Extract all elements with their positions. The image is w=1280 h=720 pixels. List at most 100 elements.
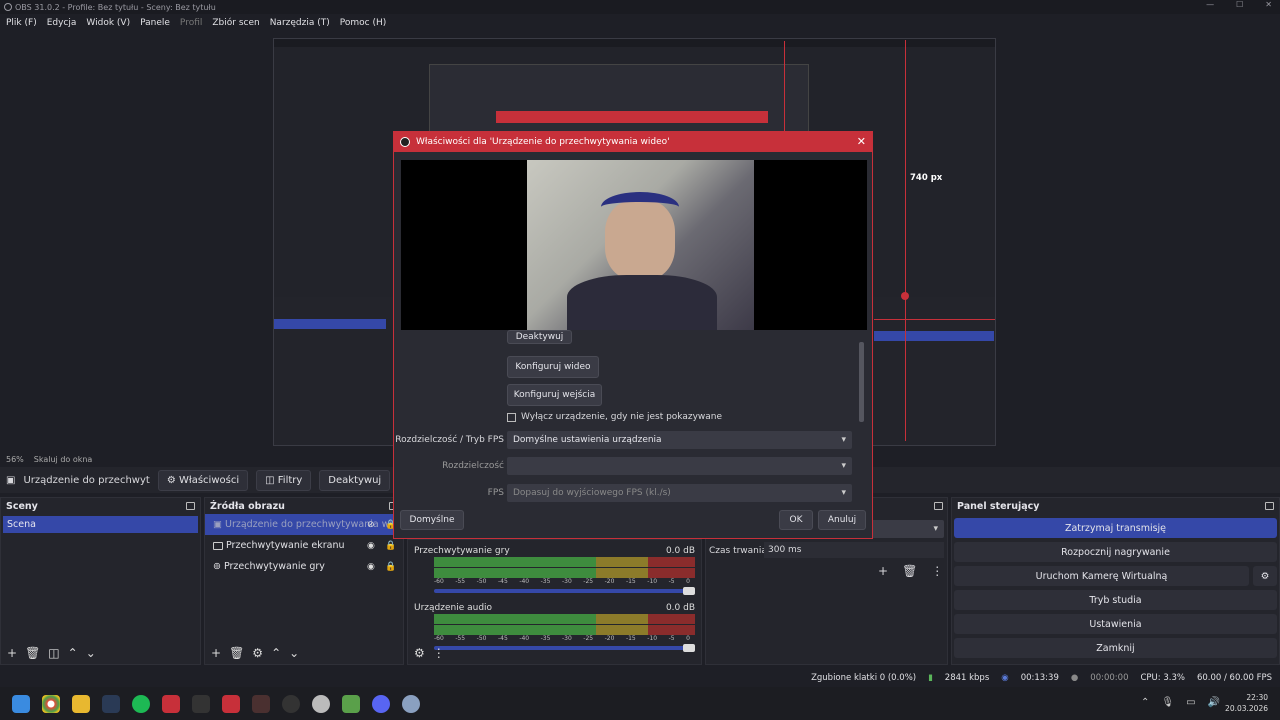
source-item[interactable]: ⊚ Przechwytywanie gry ◉ 🔒 — [205, 556, 403, 577]
dialog-deactivate-button[interactable]: Deaktywuj — [507, 330, 572, 344]
settings-button[interactable]: Ustawienia — [954, 614, 1277, 634]
undock-icon[interactable] — [186, 502, 195, 510]
studio-mode-button[interactable]: Tryb studia — [954, 590, 1277, 610]
trash-icon[interactable]: 🗑 — [229, 646, 244, 660]
more-icon[interactable]: ⋮ — [931, 564, 943, 578]
menu-docks[interactable]: Panele — [140, 18, 170, 28]
exit-button[interactable]: Zamknij — [954, 638, 1277, 658]
sources-title: Źródła obrazu — [210, 500, 285, 512]
scenes-title: Sceny — [6, 500, 38, 512]
stop-stream-button[interactable]: Zatrzymaj transmisję — [954, 518, 1277, 538]
camera-icon: ▣ — [6, 474, 16, 486]
discord-icon[interactable] — [372, 694, 390, 713]
more-icon[interactable]: ⋮ — [433, 646, 445, 660]
windows-start-icon[interactable] — [12, 694, 30, 713]
gear-icon[interactable]: ⚙ — [414, 646, 425, 660]
gear-icon[interactable]: ⚙ — [1253, 566, 1277, 586]
res-fps-select[interactable]: Domyślne ustawienia urządzenia — [507, 431, 852, 449]
spotify-icon[interactable] — [132, 694, 150, 713]
menu-help[interactable]: Pomoc (H) — [340, 18, 387, 28]
up-icon[interactable]: ⌃ — [68, 646, 78, 660]
scale-tick: -20 — [604, 578, 615, 585]
undock-icon[interactable] — [934, 502, 943, 510]
close-icon[interactable]: ✕ — [857, 135, 866, 148]
duration-input[interactable]: 300 ms — [764, 542, 944, 558]
cpu-usage: CPU: 3.3% — [1140, 673, 1185, 683]
undock-icon[interactable] — [1265, 502, 1274, 510]
cancel-button[interactable]: Anuluj — [818, 510, 866, 530]
fps-select[interactable]: Dopasuj do wyjściowego FPS (kl./s) — [507, 484, 852, 502]
zoom-percent[interactable]: 56% — [6, 455, 24, 464]
scale-tick: -40 — [519, 578, 530, 585]
filters-button[interactable]: ◫ Filtry — [256, 469, 312, 491]
eye-icon[interactable]: ◉ — [367, 541, 375, 551]
obs-icon[interactable] — [282, 694, 300, 713]
down-icon[interactable]: ⌄ — [86, 646, 96, 660]
measure-line — [905, 40, 906, 296]
config-video-button[interactable]: Konfiguruj wideo — [507, 356, 599, 378]
virtual-cam-button[interactable]: Uruchom Kamerę Wirtualną — [954, 566, 1249, 586]
menu-tools[interactable]: Narzędzia (T) — [270, 18, 330, 28]
filters-label: Filtry — [277, 474, 303, 486]
menu-edit[interactable]: Edycja — [47, 18, 77, 28]
scene-item[interactable]: Scena — [3, 516, 198, 533]
menu-view[interactable]: Widok (V) — [86, 18, 130, 28]
steam-icon[interactable] — [102, 694, 120, 713]
disable-hidden-checkbox[interactable]: Wyłącz urządzenie, gdy nie jest pokazywa… — [507, 412, 722, 422]
ok-button[interactable]: OK — [779, 510, 813, 530]
properties-button[interactable]: ⚙ Właściwości — [157, 469, 249, 491]
taskbar: ⌃ 🎙 ▭ 🔊 22:30 20.03.2026 — [0, 687, 1280, 720]
dialog-title-bar: Właściwości dla 'Urządzenie do przechwyt… — [394, 132, 872, 152]
deactivate-button[interactable]: Deaktywuj — [319, 469, 391, 491]
settings-icon[interactable] — [402, 694, 420, 713]
add-icon[interactable]: + — [878, 564, 888, 578]
minimize-icon[interactable]: — — [1206, 0, 1214, 9]
dialog-title: Właściwości dla 'Urządzenie do przechwyt… — [416, 137, 670, 147]
close-icon[interactable]: ✕ — [1265, 0, 1272, 9]
visibility-off-icon[interactable]: ⊘ — [367, 520, 375, 530]
trash-icon[interactable]: 🗑 — [25, 646, 40, 660]
display-icon[interactable]: ▭ — [1186, 697, 1195, 708]
app-icon[interactable] — [222, 694, 240, 713]
scale-tick: -45 — [497, 578, 508, 585]
folder-icon[interactable] — [72, 694, 90, 713]
eye-icon[interactable]: ◉ — [367, 562, 375, 572]
menu-profile[interactable]: Profil — [180, 18, 202, 28]
add-icon[interactable]: + — [7, 646, 17, 660]
meter-scale: -60 -55 -50 -45 -40 -35 -30 -25 -20 -15 -10 -5 0 — [434, 578, 690, 585]
config-input-button[interactable]: Konfiguruj wejścia — [507, 384, 602, 406]
app-icon[interactable] — [252, 694, 270, 713]
lock-icon[interactable]: 🔒 — [385, 541, 396, 551]
add-icon[interactable]: + — [211, 646, 221, 660]
mic-icon[interactable]: 🎙 — [1161, 697, 1174, 708]
up-icon[interactable]: ⌃ — [271, 646, 281, 660]
chevron-up-icon[interactable]: ⌃ — [1141, 697, 1149, 708]
dropped-frames: Zgubione klatki 0 (0.0%) — [811, 673, 917, 683]
trash-icon[interactable]: 🗑 — [902, 564, 917, 578]
app-icon[interactable] — [312, 694, 330, 713]
res-select[interactable] — [507, 457, 852, 475]
app-icon[interactable] — [342, 694, 360, 713]
start-record-button[interactable]: Rozpocznij nagrywanie — [954, 542, 1277, 562]
source-item[interactable]: ▣ Urządzenie do przechwytywania wi ⊘ 🔒 — [205, 514, 403, 535]
down-icon[interactable]: ⌄ — [289, 646, 299, 660]
chrome-icon[interactable] — [42, 694, 60, 713]
maximize-icon[interactable]: ☐ — [1236, 0, 1243, 9]
filter-icon[interactable]: ◫ — [48, 646, 59, 660]
zoom-fit[interactable]: Skaluj do okna — [34, 455, 93, 464]
lock-icon[interactable]: 🔒 — [385, 562, 396, 572]
volume-icon[interactable]: 🔊 — [1208, 697, 1220, 708]
gear-icon[interactable]: ⚙ — [252, 646, 263, 660]
scale-tick: -30 — [561, 635, 572, 642]
volume-slider[interactable] — [434, 587, 695, 595]
menu-scene-collection[interactable]: Zbiór scen — [212, 18, 259, 28]
volume-meter — [434, 625, 695, 635]
source-item[interactable]: Przechwytywanie ekranu ◉ 🔒 — [205, 535, 403, 556]
scale-tick: -10 — [647, 578, 658, 585]
defaults-button[interactable]: Domyślne — [400, 510, 464, 530]
menu-file[interactable]: Plik (F) — [6, 18, 37, 28]
app-icon[interactable] — [162, 694, 180, 713]
monitor-icon — [213, 541, 223, 550]
app-icon[interactable] — [192, 694, 210, 713]
dialog-scrollbar[interactable] — [859, 342, 864, 422]
